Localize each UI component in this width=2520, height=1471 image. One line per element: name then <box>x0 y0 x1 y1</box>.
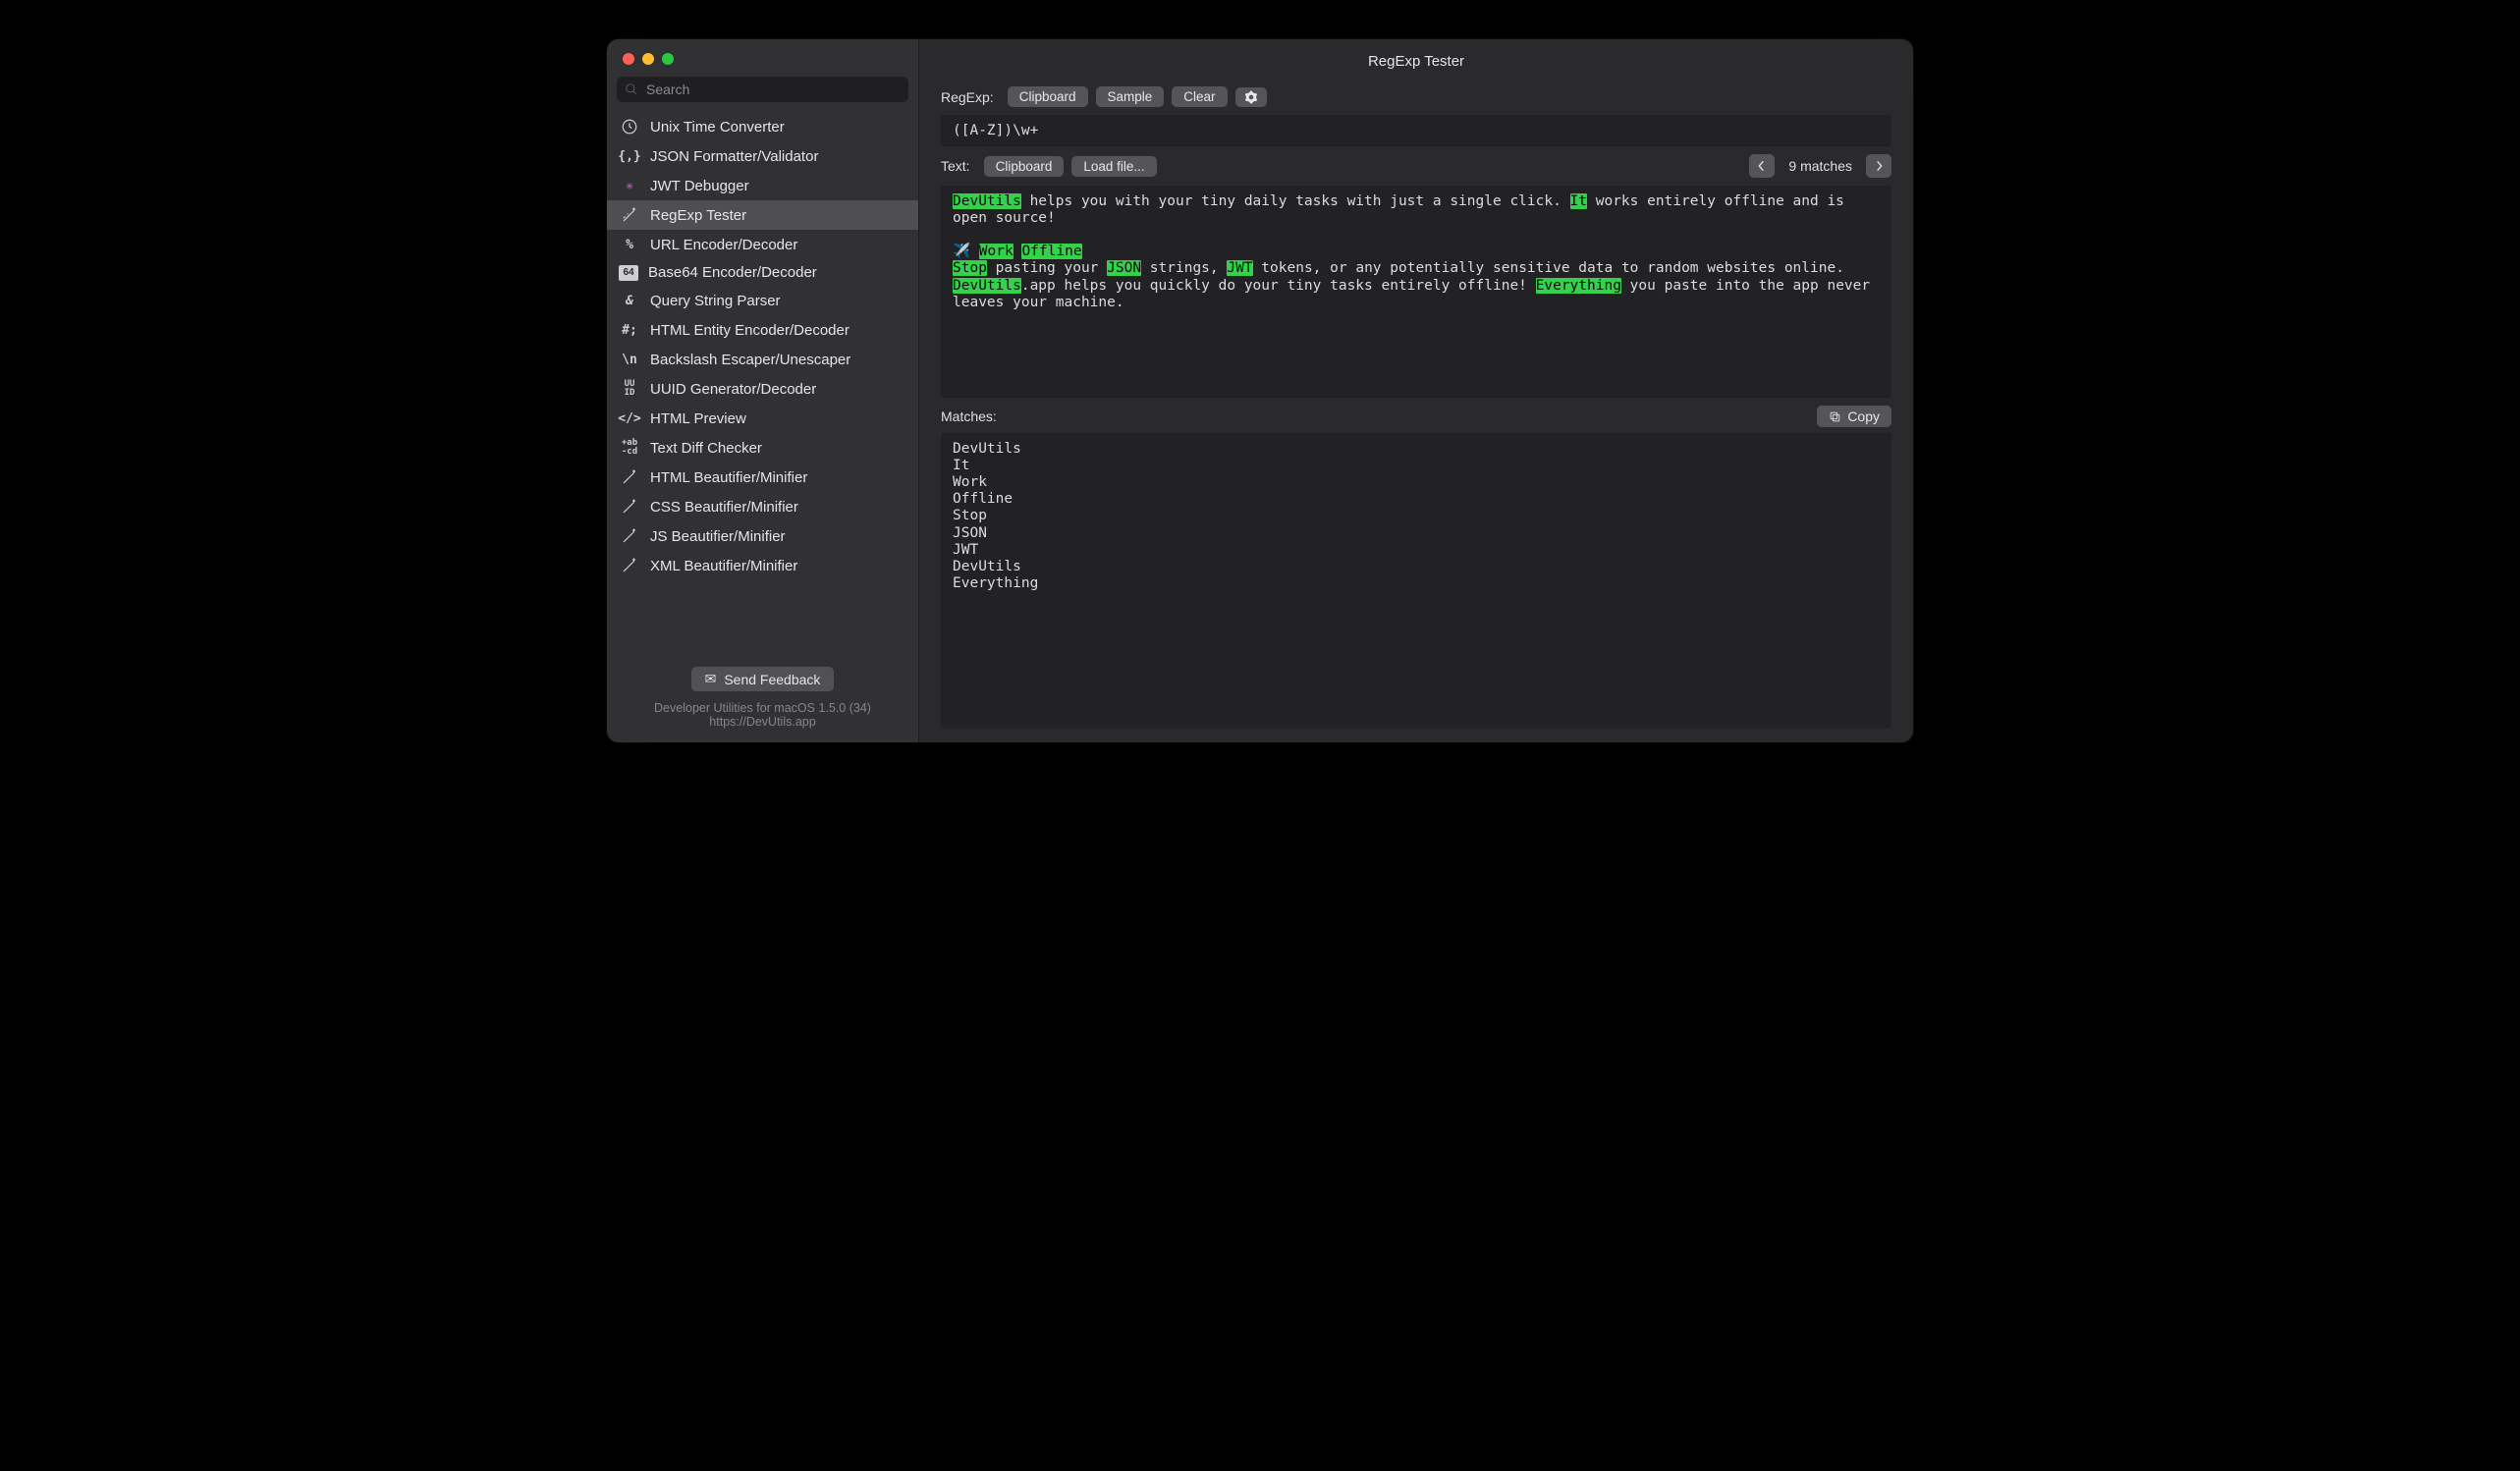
sidebar-item-label: Query String Parser <box>650 293 781 309</box>
braces-icon: {,} <box>619 146 640 166</box>
close-window-button[interactable] <box>623 53 634 65</box>
sidebar-item-regexp[interactable]: RegExp Tester <box>607 200 918 230</box>
sidebar-item-label: RegExp Tester <box>650 207 746 224</box>
sidebar-item-label: HTML Preview <box>650 410 746 427</box>
sidebar-item-label: JS Beautifier/Minifier <box>650 528 786 545</box>
chevron-left-icon <box>1757 160 1767 172</box>
sidebar-item-js-minifier[interactable]: JS Beautifier/Minifier <box>607 521 918 551</box>
hash-icon: #; <box>619 320 640 340</box>
sidebar-footer: ✉ Send Feedback Developer Utilities for … <box>607 659 918 742</box>
percent-icon: % <box>619 235 640 254</box>
matches-output[interactable]: DevUtils It Work Offline Stop JSON JWT D… <box>941 433 1891 729</box>
sidebar-item-label: JSON Formatter/Validator <box>650 148 818 165</box>
sidebar-item-xml-minifier[interactable]: XML Beautifier/Minifier <box>607 551 918 580</box>
wand-icon <box>619 497 640 517</box>
jwt-icon: ✳︎ <box>619 176 640 195</box>
sidebar-item-label: URL Encoder/Decoder <box>650 237 797 253</box>
diff-icon: +ab-cd <box>619 438 640 458</box>
copy-icon <box>1829 410 1841 423</box>
sidebar-item-css-minifier[interactable]: CSS Beautifier/Minifier <box>607 492 918 521</box>
text-label: Text: <box>941 158 970 174</box>
search-icon <box>625 82 638 96</box>
sidebar-item-query-string[interactable]: & Query String Parser <box>607 286 918 315</box>
sidebar-item-label: Base64 Encoder/Decoder <box>648 264 817 281</box>
feedback-label: Send Feedback <box>724 672 820 687</box>
sidebar-item-label: Text Diff Checker <box>650 440 762 457</box>
chevron-right-icon <box>1874 160 1884 172</box>
sidebar-item-label: UUID Generator/Decoder <box>650 381 816 398</box>
footer-url: https://DevUtils.app <box>619 715 906 729</box>
window-controls <box>607 39 918 71</box>
code-icon: </> <box>619 409 640 428</box>
sidebar-item-url[interactable]: % URL Encoder/Decoder <box>607 230 918 259</box>
backslash-icon: \n <box>619 350 640 369</box>
titlebar: RegExp Tester <box>919 39 1913 82</box>
prev-match-button[interactable] <box>1749 154 1775 178</box>
match-count: 9 matches <box>1788 158 1852 174</box>
sidebar-item-html-preview[interactable]: </> HTML Preview <box>607 404 918 433</box>
search-input[interactable] <box>617 77 908 102</box>
page-title: RegExp Tester <box>1368 53 1464 70</box>
sidebar-item-label: XML Beautifier/Minifier <box>650 558 797 574</box>
sidebar-item-json[interactable]: {,} JSON Formatter/Validator <box>607 141 918 171</box>
gear-icon <box>1244 90 1258 104</box>
sidebar-item-label: JWT Debugger <box>650 178 749 194</box>
sidebar-item-label: HTML Beautifier/Minifier <box>650 469 807 486</box>
zoom-window-button[interactable] <box>662 53 674 65</box>
regexp-label: RegExp: <box>941 89 994 105</box>
wand-icon <box>619 205 640 225</box>
base64-icon: 64 <box>619 265 638 281</box>
sidebar-item-html-minifier[interactable]: HTML Beautifier/Minifier <box>607 463 918 492</box>
clock-icon <box>619 117 640 136</box>
next-match-button[interactable] <box>1866 154 1891 178</box>
wand-icon <box>619 467 640 487</box>
app-window: Unix Time Converter {,} JSON Formatter/V… <box>607 39 1913 742</box>
uuid-icon: UUID <box>619 379 640 399</box>
text-input-area[interactable]: DevUtils helps you with your tiny daily … <box>941 186 1891 398</box>
sidebar-item-diff[interactable]: +ab-cd Text Diff Checker <box>607 433 918 463</box>
sidebar-item-html-entity[interactable]: #; HTML Entity Encoder/Decoder <box>607 315 918 345</box>
sidebar: Unix Time Converter {,} JSON Formatter/V… <box>607 39 919 742</box>
sidebar-item-label: HTML Entity Encoder/Decoder <box>650 322 849 339</box>
sidebar-item-base64[interactable]: 64 Base64 Encoder/Decoder <box>607 259 918 286</box>
sidebar-list: Unix Time Converter {,} JSON Formatter/V… <box>607 110 918 659</box>
sidebar-item-backslash[interactable]: \n Backslash Escaper/Unescaper <box>607 345 918 374</box>
mail-icon: ✉ <box>705 671 717 687</box>
ampersand-icon: & <box>619 291 640 310</box>
regexp-clear-button[interactable]: Clear <box>1172 86 1227 107</box>
main-panel: RegExp Tester RegExp: Clipboard Sample C… <box>919 39 1913 742</box>
regexp-settings-button[interactable] <box>1235 87 1267 107</box>
regexp-clipboard-button[interactable]: Clipboard <box>1008 86 1088 107</box>
sidebar-item-uuid[interactable]: UUID UUID Generator/Decoder <box>607 374 918 404</box>
footer-version: Developer Utilities for macOS 1.5.0 (34) <box>619 701 906 715</box>
matches-label: Matches: <box>941 409 997 424</box>
send-feedback-button[interactable]: ✉ Send Feedback <box>691 667 835 691</box>
sidebar-item-label: Backslash Escaper/Unescaper <box>650 352 850 368</box>
sidebar-item-jwt[interactable]: ✳︎ JWT Debugger <box>607 171 918 200</box>
copy-label: Copy <box>1847 409 1880 424</box>
minimize-window-button[interactable] <box>642 53 654 65</box>
text-clipboard-button[interactable]: Clipboard <box>984 156 1065 177</box>
text-loadfile-button[interactable]: Load file... <box>1071 156 1156 177</box>
sidebar-item-unix-time[interactable]: Unix Time Converter <box>607 112 918 141</box>
wand-icon <box>619 556 640 575</box>
sidebar-item-label: CSS Beautifier/Minifier <box>650 499 798 516</box>
wand-icon <box>619 526 640 546</box>
regexp-input[interactable] <box>941 115 1891 146</box>
copy-matches-button[interactable]: Copy <box>1817 406 1891 427</box>
regexp-sample-button[interactable]: Sample <box>1096 86 1165 107</box>
sidebar-item-label: Unix Time Converter <box>650 119 785 136</box>
